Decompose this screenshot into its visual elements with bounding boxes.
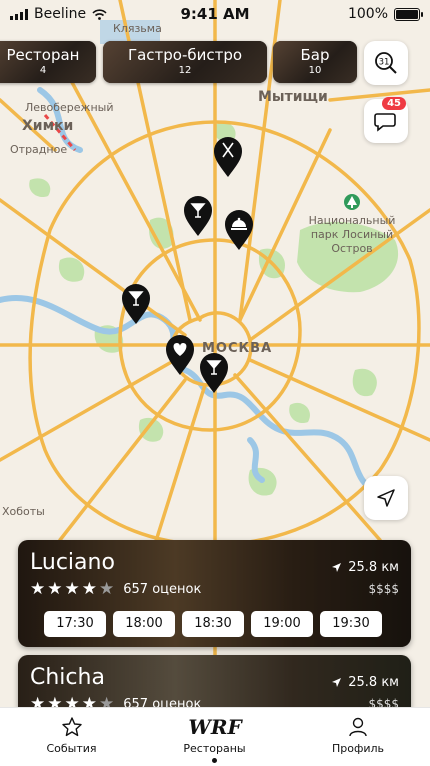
category-label: Гастро-бистро [127, 46, 243, 64]
time-slot-button[interactable]: 17:30 [44, 611, 106, 637]
person-icon [349, 717, 367, 737]
category-count: 12 [178, 65, 192, 76]
category-chip-restaurant[interactable]: Ресторан 4 [0, 41, 96, 83]
category-count: 4 [39, 65, 47, 76]
distance: 25.8 км [331, 560, 399, 575]
tab-label: Профиль [331, 742, 385, 755]
location-arrow-icon [332, 678, 342, 687]
category-label: Ресторан [6, 46, 80, 64]
category-chip-gastro-bistro[interactable]: Гастро-бистро 12 [103, 41, 267, 83]
map-label-khimki: Химки [22, 118, 73, 134]
tab-restaurants[interactable]: WRF Рестораны [143, 708, 286, 766]
chat-bubble-icon [374, 113, 396, 132]
location-arrow-icon [377, 489, 395, 507]
star-icon: ★ [99, 579, 115, 599]
battery-icon [394, 7, 423, 21]
map-label-otradnoe: Отрадное [10, 143, 67, 156]
restaurant-name: Chicha [30, 665, 105, 690]
distance-value: 25.8 км [348, 675, 399, 690]
category-chip-bar[interactable]: Бар 10 [273, 41, 357, 83]
star-icon: ★ [30, 579, 46, 599]
tab-events[interactable]: События [0, 708, 143, 766]
battery-percent: 100% [347, 6, 388, 22]
time-slot-button[interactable]: 19:30 [320, 611, 382, 637]
time-slot-button[interactable]: 18:30 [182, 611, 244, 637]
map-label-park-3: Остров [331, 242, 372, 255]
time-slot-button[interactable]: 19:00 [251, 611, 313, 637]
active-tab-indicator [212, 758, 217, 763]
park-tree-icon [344, 194, 360, 210]
star-icon: ★ [64, 579, 80, 599]
distance-value: 25.8 км [348, 560, 399, 575]
map-label-mytishchi: Мытищи [258, 89, 328, 105]
wrf-logo: WRF [188, 716, 243, 738]
category-count: 10 [308, 65, 322, 76]
map-label-levoberezhny: Левобережный [25, 101, 114, 114]
tab-profile[interactable]: Профиль [286, 708, 430, 766]
location-arrow-icon [332, 563, 342, 572]
restaurant-card[interactable]: Luciano ★ ★ ★ ★ ★ 657 оценок 25.8 км $$$… [18, 540, 411, 647]
tab-label: Рестораны [183, 742, 246, 755]
price-level: $$$$ [368, 582, 399, 596]
status-bar: Beeline 9:41 AM 100% [0, 0, 430, 28]
time-slot-button[interactable]: 18:00 [113, 611, 175, 637]
tab-label: События [46, 742, 97, 755]
star-icon: ★ [47, 579, 63, 599]
calendar-search-icon: 31 [375, 52, 397, 74]
review-count: 657 оценок [123, 582, 202, 597]
map-label-park-2: парк Лосиный [311, 228, 393, 241]
tab-bar: События WRF Рестораны Профиль [0, 707, 430, 766]
category-label: Бар [300, 46, 330, 64]
rating: ★ ★ ★ ★ ★ 657 оценок [30, 581, 201, 598]
my-location-button[interactable] [364, 476, 408, 520]
calendar-search-button[interactable]: 31 [364, 41, 408, 85]
status-right: 100% [347, 6, 423, 22]
time-slots: 17:30 18:00 18:30 19:00 19:30 [44, 611, 382, 637]
distance: 25.8 км [331, 675, 399, 690]
star-icon [61, 717, 82, 737]
calendar-day: 31 [379, 58, 390, 68]
chat-badge: 45 [382, 97, 406, 110]
star-icon: ★ [81, 579, 97, 599]
map-label-park-1: Национальный [309, 214, 396, 227]
restaurant-name: Luciano [30, 550, 115, 575]
messages-button[interactable]: 45 [364, 97, 408, 143]
map-label-khoboty: Хоботы [2, 505, 45, 518]
logo-text: WRF [188, 716, 243, 738]
